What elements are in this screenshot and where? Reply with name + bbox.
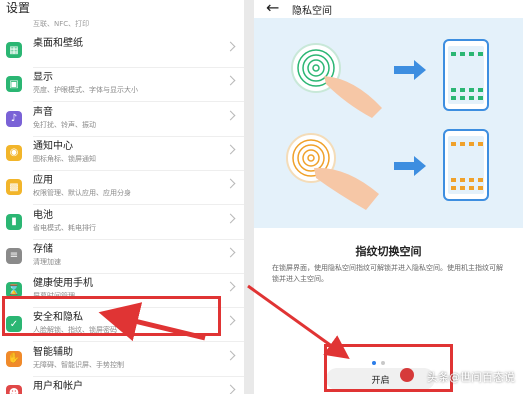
arrow-to-security xyxy=(98,302,206,342)
watermark-logo xyxy=(400,368,414,382)
arrow-to-open-button xyxy=(247,284,350,359)
annotation-arrows xyxy=(98,284,350,359)
watermark-text: 头条@世间百态说 xyxy=(427,371,515,384)
